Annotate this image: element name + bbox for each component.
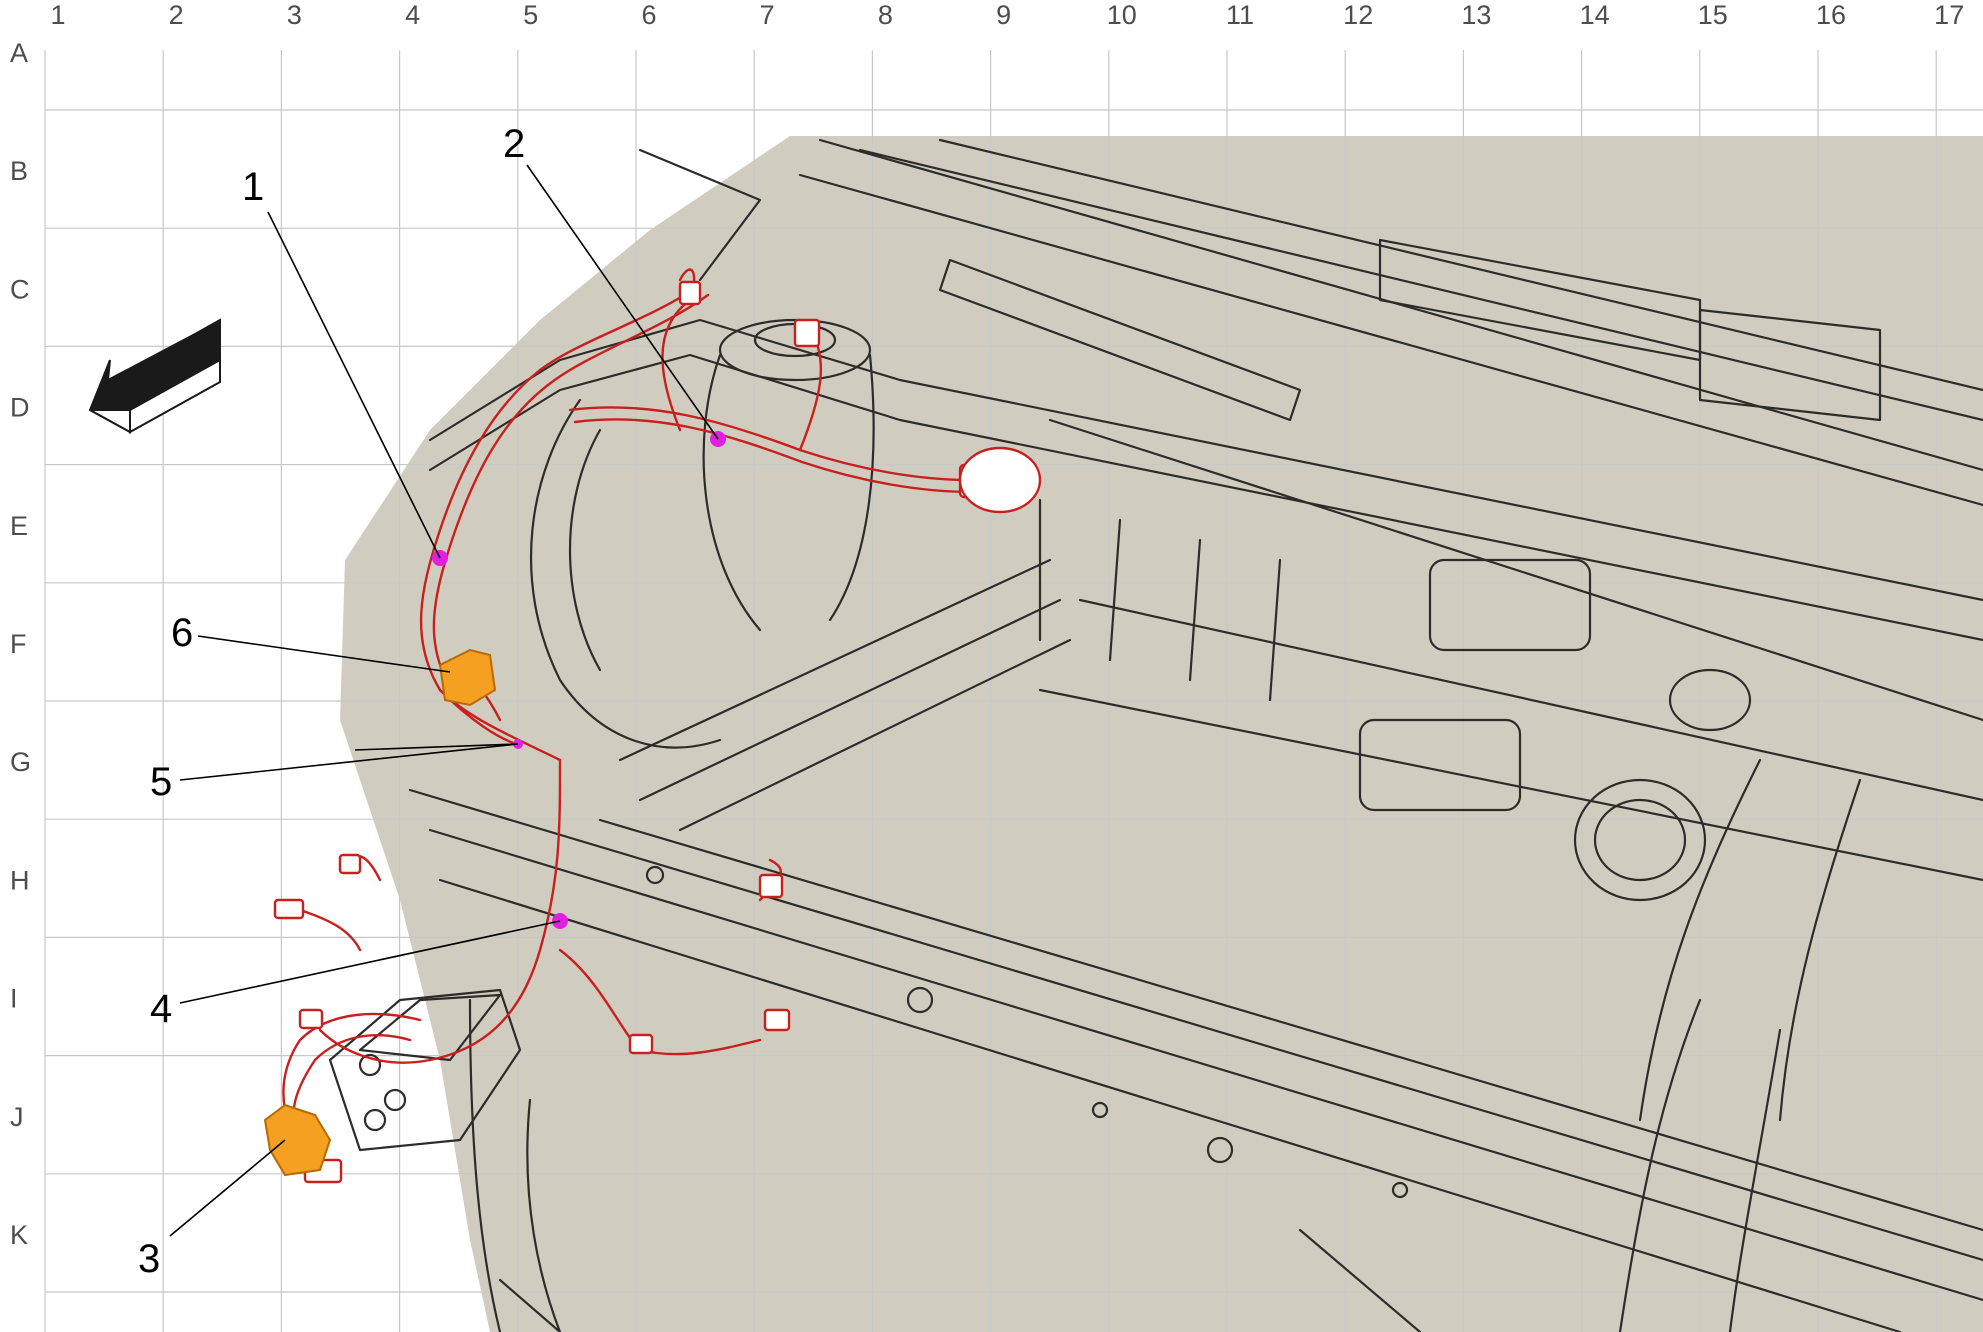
connector (273, 898, 305, 920)
grid-column-label: 9 (996, 0, 1011, 30)
grid-column-label: 1 (50, 0, 65, 30)
grid-row-label: E (10, 511, 28, 541)
grid-row-label: J (10, 1102, 24, 1132)
connector (763, 1008, 791, 1032)
grid-row-label: K (10, 1220, 28, 1250)
grid-row-labels: ABCDEFGHIJKL (10, 38, 31, 1250)
grid-column-label: 11 (1226, 0, 1254, 30)
grid-column-label: 3 (287, 0, 302, 30)
callout-3: 3 (138, 1237, 160, 1281)
grid-column-label: 7 (760, 0, 775, 30)
grid-column-label: 13 (1461, 0, 1491, 30)
grid-column-label: 16 (1816, 0, 1846, 30)
grid-column-labels: 1 2 3 4 5 6 7 8 9 10 11 12 13 14 15 16 17 (50, 0, 1964, 30)
connector (793, 318, 821, 348)
connector (298, 1008, 324, 1030)
connector (338, 853, 362, 875)
front-direction-arrow-icon (88, 318, 221, 434)
grid-row-label: D (10, 393, 30, 423)
grid-column-label: 2 (169, 0, 184, 30)
callout-4: 4 (150, 987, 172, 1031)
connector (678, 280, 702, 306)
grid-column-label: 15 (1698, 0, 1728, 30)
grid-row-label: A (10, 38, 28, 68)
vehicle-body-area (340, 136, 1983, 1332)
connector-highlight-3 (263, 1103, 332, 1177)
harness-location-diagram: 1234567891011121314151617 ABCDEFGHIJKL 1… (10, 0, 1983, 1332)
grid-column-label: 4 (405, 0, 420, 30)
callout-1: 1 (242, 165, 264, 209)
grid-column-label: 5 (523, 0, 538, 30)
connector (958, 446, 1042, 514)
grid-row-label: F (10, 629, 27, 659)
grid-row-label: G (10, 747, 31, 777)
grid-column-label: 10 (1107, 0, 1137, 30)
connector (758, 873, 784, 899)
callout-6: 6 (171, 611, 193, 655)
grid-column-label: 8 (878, 0, 893, 30)
grid-row-label: I (10, 984, 18, 1014)
connector (628, 1033, 654, 1055)
grid-column-label: 14 (1580, 0, 1610, 30)
grid-column-label: 12 (1343, 0, 1373, 30)
grid-row-label: B (10, 156, 28, 186)
leader-line-3 (169, 1139, 286, 1237)
grid-row-label: H (10, 865, 30, 895)
callout-2: 2 (503, 122, 525, 166)
grid-column-label: 6 (641, 0, 656, 30)
grid-row-label: C (10, 274, 30, 304)
leader-line-1 (267, 211, 441, 559)
callout-5: 5 (150, 760, 172, 804)
grid-column-label: 17 (1934, 0, 1964, 30)
